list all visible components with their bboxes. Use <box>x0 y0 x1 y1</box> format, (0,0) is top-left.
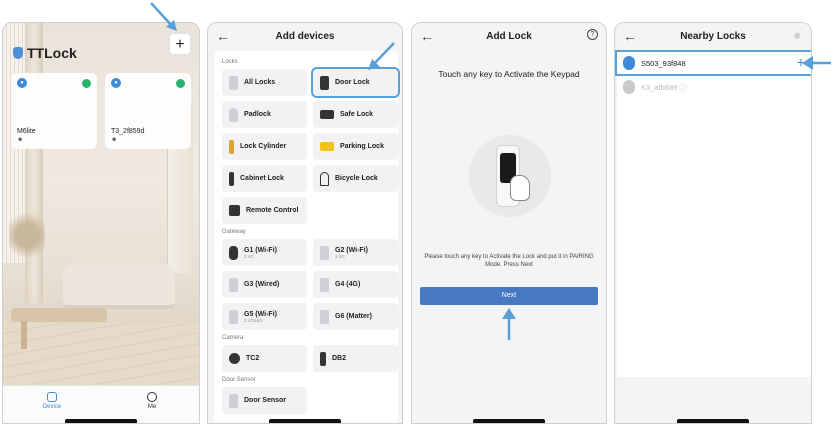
doorbell-icon <box>320 351 326 366</box>
tile-bicycle-lock[interactable]: Bicycle Lock <box>313 165 398 192</box>
section-label: Camera <box>222 335 244 341</box>
lock-card[interactable]: ● M6lite ☻ <box>11 73 97 149</box>
tile-all-locks[interactable]: All Locks <box>222 69 307 96</box>
ttlock-logo-icon <box>13 47 23 59</box>
home-screen: TTLock + ● M6lite ☻ ● T3_2f859d ☻ Device… <box>2 22 200 424</box>
tile-remote-control[interactable]: Remote Control <box>222 197 307 224</box>
hand-icon <box>510 175 530 201</box>
screen-header: ← Nearby Locks ❋ <box>615 23 811 51</box>
section-label: Locks <box>222 59 238 65</box>
cylinder-icon <box>229 139 234 154</box>
tile-g4[interactable]: G4 (4G) <box>313 271 398 298</box>
nearby-lock-row[interactable]: K3_afb689 ⓘ <box>617 76 811 98</box>
screen-title: Nearby Locks <box>680 31 746 42</box>
home-indicator <box>473 419 545 423</box>
lock-icon <box>623 80 635 94</box>
tab-label: Device <box>42 404 62 410</box>
tile-db2[interactable]: DB2 <box>313 345 398 372</box>
all-locks-icon <box>229 75 238 90</box>
help-icon[interactable]: ? <box>587 29 598 40</box>
home-indicator <box>677 419 749 423</box>
user-icon: ☻ <box>17 137 24 143</box>
lock-name: K3_afb689 ⓘ <box>641 82 687 92</box>
tile-parking-lock[interactable]: Parking Lock <box>313 133 398 160</box>
background-plant <box>9 213 45 269</box>
door-lock-icon <box>320 75 329 90</box>
lock-icon: ● <box>17 78 27 88</box>
home-indicator <box>269 419 341 423</box>
remote-icon <box>229 205 240 216</box>
tutorial-stage: TTLock + ● M6lite ☻ ● T3_2f859d ☻ Device… <box>0 0 832 424</box>
tile-tc2[interactable]: TC2 <box>222 345 307 372</box>
battery-icon <box>82 79 91 88</box>
add-device-button[interactable]: + <box>169 33 191 55</box>
tile-door-sensor[interactable]: Door Sensor <box>222 387 307 414</box>
pointer-arrow-icon <box>502 308 516 340</box>
bottom-tab-bar: Device Me <box>3 385 199 423</box>
nearby-locks-screen: ← Nearby Locks ❋ S503_93f848 + K3_afb689… <box>614 22 812 424</box>
safe-icon <box>320 110 334 119</box>
lock-name: T3_2f859d <box>111 128 145 135</box>
gateway-icon <box>320 245 329 260</box>
tile-lock-cylinder[interactable]: Lock Cylinder <box>222 133 307 160</box>
gateway-icon <box>229 309 238 324</box>
screen-title: Add Lock <box>486 31 532 42</box>
add-lock-screen: ← Add Lock ? Touch any key to Activate t… <box>411 22 607 424</box>
home-indicator <box>65 419 137 423</box>
instruction-heading: Touch any key to Activate the Keypad <box>438 69 580 79</box>
section-label: Door Sensor <box>222 377 256 383</box>
loading-spinner-icon: ❋ <box>793 31 801 41</box>
background-table-leg <box>21 321 27 349</box>
tile-g2[interactable]: G2 (Wi-Fi) 2.4G <box>313 239 398 266</box>
tab-me[interactable]: Me <box>127 392 177 410</box>
lock-icon <box>623 56 635 70</box>
gateway-icon <box>320 277 329 292</box>
tab-label: Me <box>147 404 157 410</box>
pointer-arrow-icon <box>150 2 177 31</box>
brand-name: TTLock <box>27 45 77 61</box>
lock-card[interactable]: ● T3_2f859d ☻ <box>105 73 191 149</box>
lock-icon: ● <box>111 78 121 88</box>
instruction-text: Please touch any key to Activate the Loc… <box>424 254 594 268</box>
nearby-lock-row[interactable]: S503_93f848 + <box>615 50 811 76</box>
gateway-icon <box>229 277 238 292</box>
background-sofa <box>63 263 175 305</box>
tile-g5[interactable]: G5 (Wi-Fi) 2.4G&5G <box>222 303 307 330</box>
user-icon: ☻ <box>111 137 118 143</box>
lock-name: S503_93f848 <box>641 58 686 68</box>
tile-g3[interactable]: G3 (Wired) <box>222 271 307 298</box>
home-icon <box>47 392 57 402</box>
door-sensor-icon <box>229 393 238 408</box>
padlock-icon <box>229 107 238 122</box>
bicycle-lock-icon <box>320 171 329 186</box>
person-icon <box>147 392 157 402</box>
add-devices-screen: ← Add devices Locks All Locks Door Lock … <box>207 22 403 424</box>
section-label: Gateway <box>222 229 246 235</box>
screen-header: ← Add Lock ? <box>412 23 606 51</box>
camera-icon <box>229 353 240 364</box>
tile-g1[interactable]: G1 (Wi-Fi) 2.4G <box>222 239 307 266</box>
background-table <box>11 308 107 322</box>
gateway-icon <box>320 309 329 324</box>
pointer-arrow-icon <box>802 56 831 70</box>
parking-lock-icon <box>320 142 334 151</box>
next-button[interactable]: Next <box>420 287 598 305</box>
pointer-arrow-icon <box>368 42 395 70</box>
tile-cabinet-lock[interactable]: Cabinet Lock <box>222 165 307 192</box>
tile-safe-lock[interactable]: Safe Lock <box>313 101 398 128</box>
tile-door-lock[interactable]: Door Lock <box>311 67 400 98</box>
gateway-icon <box>229 245 238 260</box>
tile-padlock[interactable]: Padlock <box>222 101 307 128</box>
app-brand: TTLock <box>13 45 77 61</box>
battery-icon <box>176 79 185 88</box>
tab-device[interactable]: Device <box>27 392 77 410</box>
tile-g6[interactable]: G6 (Matter) <box>313 303 398 330</box>
list-background <box>617 97 811 377</box>
cabinet-lock-icon <box>229 171 234 186</box>
lock-name: M6lite <box>17 128 36 135</box>
